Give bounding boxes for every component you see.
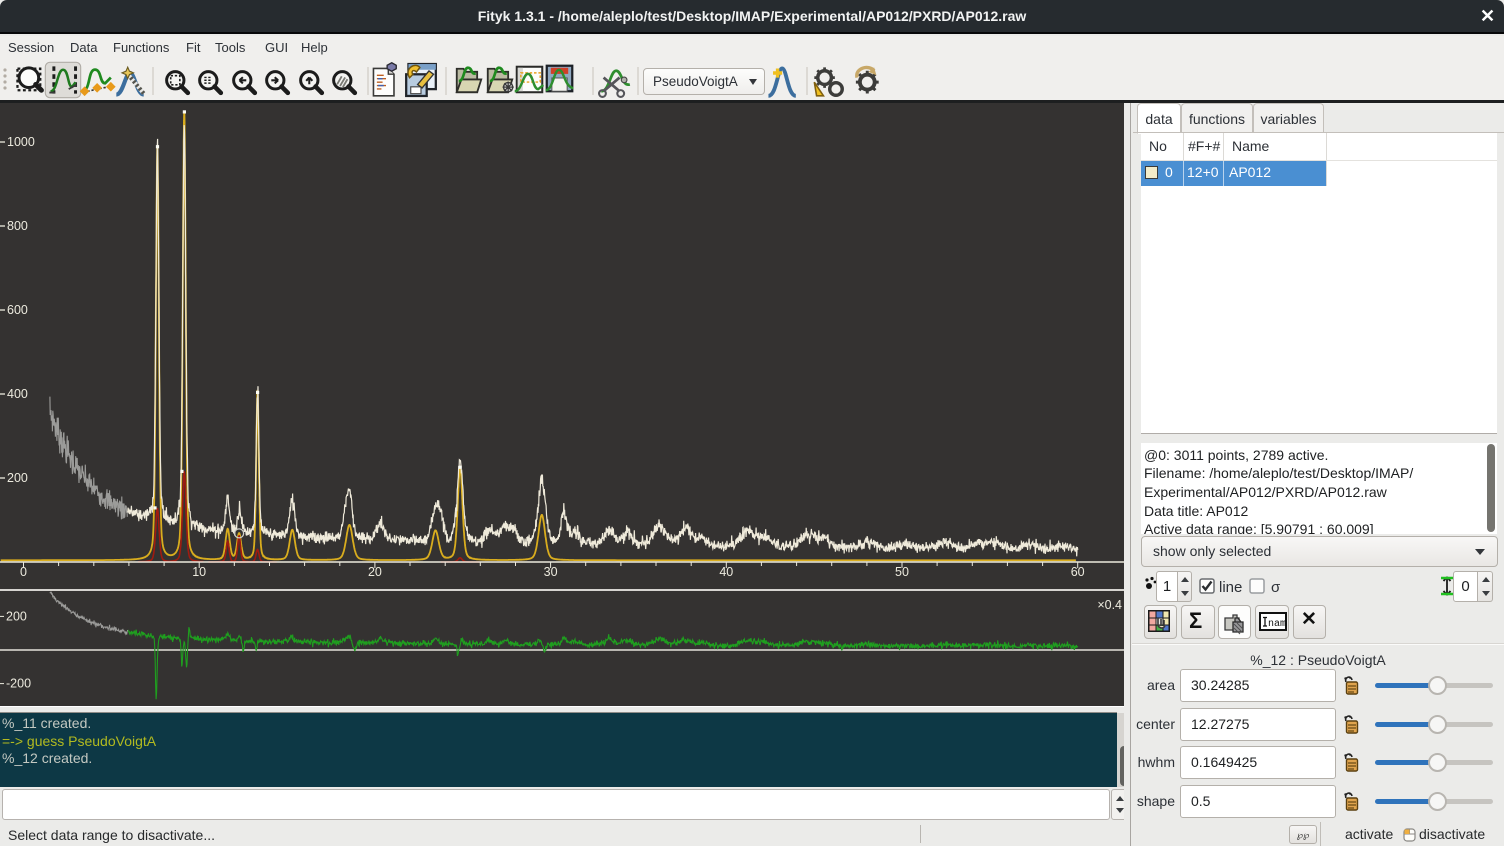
svg-text:60: 60 (1071, 565, 1085, 579)
svg-text:50: 50 (895, 565, 909, 579)
svg-text:30: 30 (544, 565, 558, 579)
svg-text:-200: -200 (6, 677, 31, 691)
svg-text:40: 40 (719, 565, 733, 579)
svg-text:200: 200 (7, 471, 28, 485)
svg-text:400: 400 (7, 387, 28, 401)
svg-text:nam: nam (1268, 619, 1286, 630)
svg-text:200: 200 (6, 609, 27, 623)
svg-text:600: 600 (7, 303, 28, 317)
svg-text:×0.4: ×0.4 (1097, 598, 1122, 612)
svg-text:0: 0 (20, 565, 27, 579)
svg-text:800: 800 (7, 219, 28, 233)
svg-text:1000: 1000 (7, 135, 35, 149)
svg-text:10: 10 (192, 565, 206, 579)
svg-text:20: 20 (368, 565, 382, 579)
